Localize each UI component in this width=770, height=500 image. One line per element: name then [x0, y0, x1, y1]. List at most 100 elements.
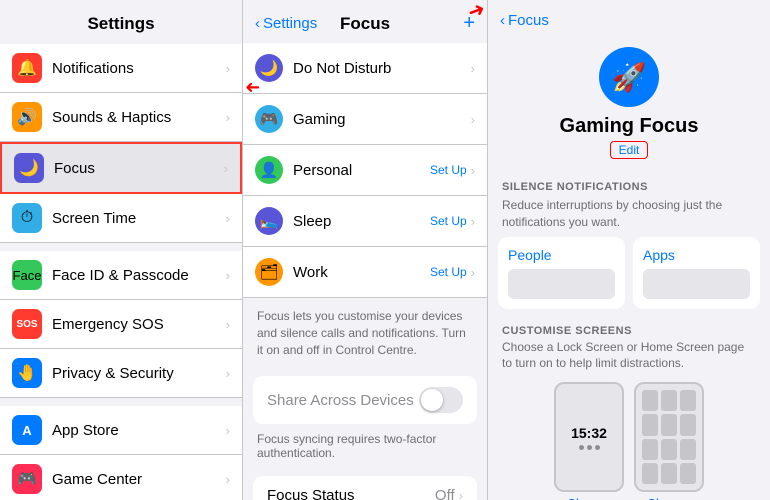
people-card[interactable]: People — [498, 237, 625, 309]
focus-list-container: ➜ 🌙 Do Not Disturb › 🎮 Gaming › 👤 Person… — [243, 43, 487, 500]
edit-button[interactable]: Edit — [610, 141, 649, 159]
lock-screen-frame: 15:32 — [554, 382, 624, 492]
people-label: People — [508, 247, 615, 263]
focus-icon: 🌙 — [14, 153, 44, 183]
silence-description: Reduce interruptions by choosing just th… — [488, 197, 770, 237]
app-cell-9 — [680, 439, 696, 460]
chevron-icon: › — [226, 423, 230, 438]
focus-status-value: Off — [435, 487, 455, 500]
chevron-icon: › — [226, 110, 230, 125]
focus-item-work[interactable]: 🗂 Work Set Up › — [243, 247, 487, 298]
focus-status-row[interactable]: Focus Status Off › — [253, 476, 477, 500]
app-cell-12 — [680, 463, 696, 484]
apps-label: Apps — [643, 247, 750, 263]
screentime-icon: ⏱ — [12, 203, 42, 233]
chevron-icon: › — [226, 211, 230, 226]
home-screen-choose-button[interactable]: Choose — [647, 496, 692, 500]
gaming-icon: 🎮 — [255, 105, 283, 133]
share-description: Focus syncing requires two-factor authen… — [243, 428, 487, 468]
notifications-icon: 🔔 — [12, 53, 42, 83]
add-focus-button[interactable]: + — [463, 12, 475, 35]
chevron-icon: › — [226, 472, 230, 487]
focus-description: Focus lets you customise your devices an… — [243, 298, 487, 368]
personal-icon: 👤 — [255, 156, 283, 184]
focus-label: Focus — [54, 160, 224, 177]
customise-description: Choose a Lock Screen or Home Screen page… — [498, 339, 760, 383]
privacy-label: Privacy & Security — [52, 365, 226, 382]
settings-item-faceid[interactable]: Face Face ID & Passcode › — [0, 251, 242, 300]
chevron-icon: › — [226, 268, 230, 283]
home-screen-frame — [634, 382, 704, 492]
chevron-icon: › — [471, 61, 475, 76]
app-cell-1 — [642, 390, 658, 411]
lock-screen-dots — [579, 445, 600, 450]
gamecenter-label: Game Center — [52, 471, 226, 488]
settings-item-notifications[interactable]: 🔔 Notifications › — [0, 44, 242, 93]
settings-column: Settings 🔔 Notifications › 🔊 Sounds & Ha… — [0, 0, 243, 500]
home-screen-mockup: Choose — [634, 382, 704, 500]
gaming-focus-header: ‹ Focus — [488, 0, 770, 37]
focus-back-button[interactable]: ‹ Focus — [500, 12, 549, 29]
settings-item-privacy[interactable]: 🤚 Privacy & Security › — [0, 349, 242, 398]
chevron-icon: › — [226, 61, 230, 76]
gaming-hero-section: 🚀 Gaming Focus Edit — [488, 37, 770, 167]
settings-item-screentime[interactable]: ⏱ Screen Time › — [0, 194, 242, 243]
settings-list: 🔔 Notifications › 🔊 Sounds & Haptics › 🌙… — [0, 44, 242, 500]
share-label: Share Across Devices — [267, 392, 419, 409]
personal-action: Set Up — [430, 163, 467, 177]
settings-back-button[interactable]: ‹ Settings — [255, 15, 317, 32]
apps-placeholder — [643, 269, 750, 299]
app-cell-3 — [680, 390, 696, 411]
settings-item-focus[interactable]: 🌙 Focus › — [0, 142, 242, 194]
sounds-icon: 🔊 — [12, 102, 42, 132]
settings-item-sos[interactable]: SOS Emergency SOS › — [0, 300, 242, 349]
app-cell-11 — [661, 463, 677, 484]
privacy-icon: 🤚 — [12, 358, 42, 388]
chevron-icon: › — [224, 161, 228, 176]
gaming-label: Gaming — [293, 111, 471, 128]
lock-screen-mockup: 15:32 Choose — [554, 382, 624, 500]
app-cell-4 — [642, 414, 658, 435]
sleep-icon: 🛌 — [255, 207, 283, 235]
chevron-icon: › — [226, 366, 230, 381]
back-label: Focus — [508, 12, 549, 29]
sos-icon: SOS — [12, 309, 42, 339]
lock-screen-choose-button[interactable]: Choose — [567, 496, 612, 500]
sos-label: Emergency SOS — [52, 316, 226, 333]
settings-item-gamecenter[interactable]: 🎮 Game Center › — [0, 455, 242, 500]
dot-3 — [595, 445, 600, 450]
app-cell-8 — [661, 439, 677, 460]
share-toggle[interactable] — [419, 387, 463, 413]
share-across-devices-row[interactable]: Share Across Devices — [253, 376, 477, 424]
silence-section-header: SILENCE NOTIFICATIONS — [488, 167, 770, 197]
settings-item-sounds[interactable]: 🔊 Sounds & Haptics › — [0, 93, 242, 142]
focus-item-dnd[interactable]: 🌙 Do Not Disturb › — [243, 43, 487, 94]
app-cell-2 — [661, 390, 677, 411]
chevron-icon: › — [471, 112, 475, 127]
screens-section: Choose a Lock Screen or Home Screen page… — [488, 339, 770, 500]
screens-preview: 15:32 Choose — [498, 382, 760, 500]
chevron-icon: › — [226, 317, 230, 332]
apps-card[interactable]: Apps — [633, 237, 760, 309]
people-apps-row: People Apps — [488, 237, 770, 319]
people-placeholder — [508, 269, 615, 299]
sleep-action: Set Up — [430, 214, 467, 228]
focus-item-sleep[interactable]: 🛌 Sleep Set Up › — [243, 196, 487, 247]
appstore-icon: A — [12, 415, 42, 445]
faceid-icon: Face — [12, 260, 42, 290]
faceid-label: Face ID & Passcode — [52, 267, 226, 284]
chevron-icon: › — [471, 214, 475, 229]
focus-status-label: Focus Status — [267, 487, 435, 500]
sleep-label: Sleep — [293, 213, 430, 230]
dot-1 — [579, 445, 584, 450]
app-cell-10 — [642, 463, 658, 484]
gaming-focus-title: Gaming Focus — [560, 115, 699, 138]
focus-item-personal[interactable]: 👤 Personal Set Up › — [243, 145, 487, 196]
appstore-label: App Store — [52, 422, 226, 439]
gaming-focus-column: ‹ Focus 🚀 Gaming Focus Edit SILENCE NOTI… — [488, 0, 770, 500]
chevron-icon: › — [471, 265, 475, 280]
notifications-label: Notifications — [52, 60, 226, 77]
focus-item-gaming[interactable]: 🎮 Gaming › — [243, 94, 487, 145]
customise-section-header: CUSTOMISE SCREENS — [488, 319, 770, 339]
settings-item-appstore[interactable]: A App Store › — [0, 406, 242, 455]
